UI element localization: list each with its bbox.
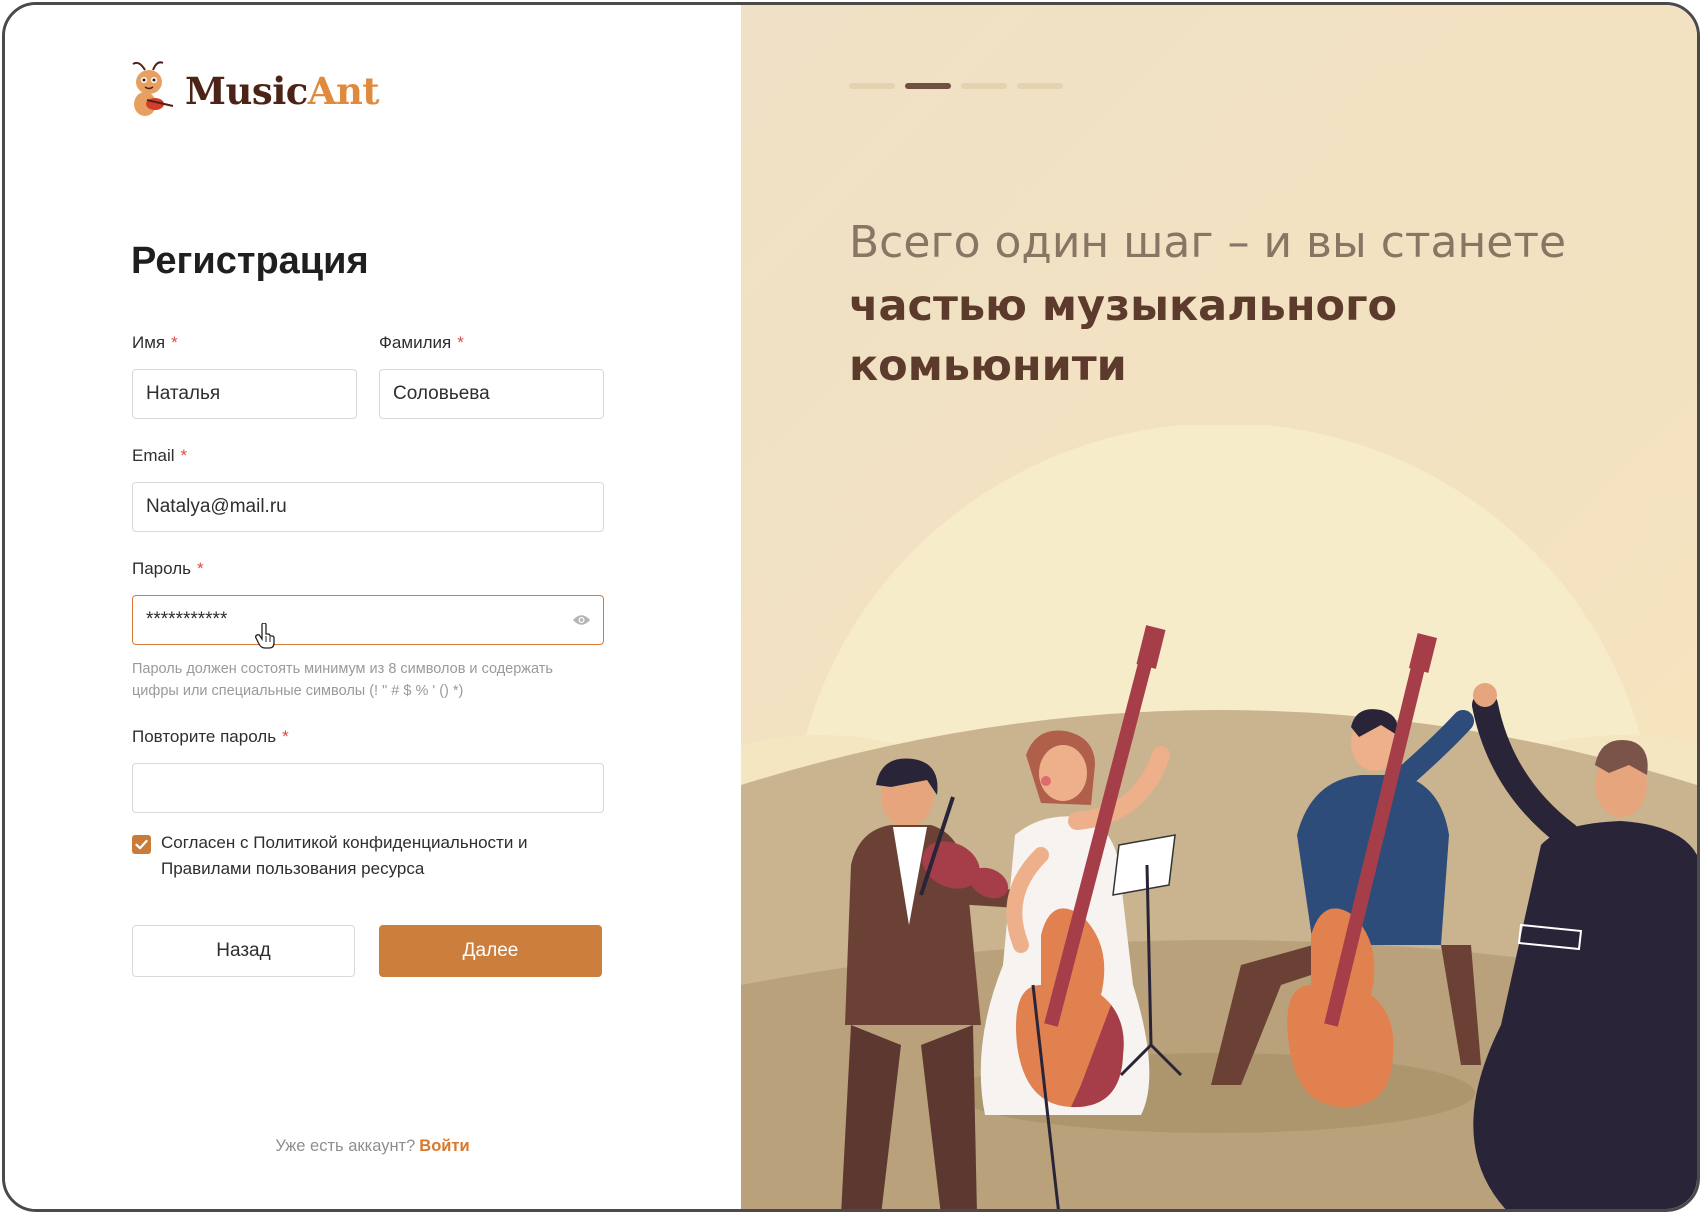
password-label-text: Пароль [132,559,191,578]
hand-cursor-icon [255,623,275,649]
carousel-dot-active[interactable] [905,83,951,89]
login-link[interactable]: Войти [419,1137,469,1155]
first-name-field[interactable]: Наталья [132,369,357,419]
page-title: Регистрация [131,240,369,282]
carousel-indicator [849,83,1063,89]
required-mark: * [197,559,204,578]
last-name-field[interactable]: Соловьева [379,369,604,419]
brand-wordmark: MusicAnt [185,69,379,113]
promo-line-1: Всего один шаг – и вы станете [849,217,1567,268]
carousel-dot[interactable] [1017,83,1063,89]
required-mark: * [282,727,289,746]
promo-headline: Всего один шаг – и вы станете частью муз… [849,210,1669,396]
password-value: *********** [146,609,228,630]
next-button[interactable]: Далее [379,925,602,977]
ant-mascot-icon [132,61,174,116]
carousel-dot[interactable] [849,83,895,89]
last-name-label-text: Фамилия [379,333,452,352]
password-repeat-label: Повторите пароль * [132,727,289,747]
required-mark: * [180,446,188,465]
consent-text[interactable]: Согласен с Политикой конфиденциальности … [161,830,591,882]
required-mark: * [171,333,178,352]
login-prompt: Уже есть аккаунт? Войти [5,1137,740,1156]
last-name-label: Фамилия * [379,333,464,353]
consent-checkbox[interactable] [132,835,151,854]
check-icon [135,839,148,850]
email-label-text: Email [132,446,175,465]
back-button[interactable]: Назад [132,925,355,977]
password-repeat-label-text: Повторите пароль [132,727,277,746]
email-field[interactable]: Natalya@mail.ru [132,482,604,532]
password-field[interactable]: *********** [132,595,604,645]
email-value: Natalya@mail.ru [146,496,287,517]
email-label: Email * [132,446,187,466]
promo-line-2: частью музыкального комьюнити [849,281,1398,391]
password-hint: Пароль должен состоять минимум из 8 симв… [132,661,553,699]
first-name-label: Имя * [132,333,178,353]
carousel-dot[interactable] [961,83,1007,89]
app-window: MusicAnt Регистрация Имя * Наталья Фамили… [2,2,1700,1212]
first-name-value: Наталья [146,383,221,404]
first-name-label-text: Имя [132,333,166,352]
last-name-value: Соловьева [393,383,490,404]
password-label: Пароль * [132,559,204,579]
required-mark: * [457,333,464,352]
brand-name-part2: Ant [307,69,380,113]
orchestra-illustration [741,425,1697,1209]
registration-panel: MusicAnt Регистрация Имя * Наталья Фамили… [5,5,740,1209]
login-question: Уже есть аккаунт? [275,1137,416,1155]
brand-logo[interactable]: MusicAnt [127,60,379,122]
password-repeat-field[interactable] [132,763,604,813]
brand-name-part1: Music [185,69,308,113]
promo-panel: Всего один шаг – и вы станете частью муз… [741,5,1697,1209]
eye-icon[interactable] [572,612,591,628]
